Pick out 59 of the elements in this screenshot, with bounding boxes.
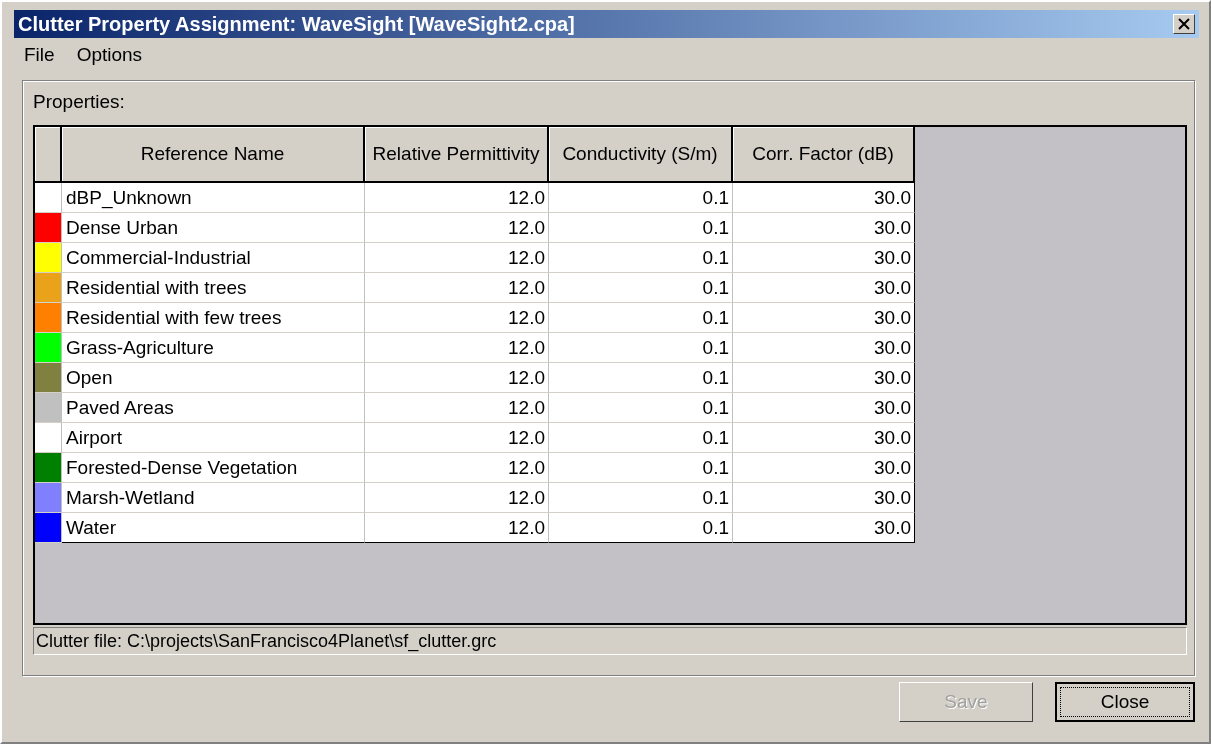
table-cell: 12.0 [365,213,549,243]
table-cell: 30.0 [733,213,915,243]
group-label: Properties: [33,91,125,113]
table-cell: Paved Areas [62,393,365,423]
table-cell: 30.0 [733,453,915,483]
table-cell: Open [62,363,365,393]
table-cell: 30.0 [733,393,915,423]
window-title: Clutter Property Assignment: WaveSight [WaveSight2.cpa] [18,12,575,36]
table-cell: 0.1 [549,213,733,243]
table-cell: 12.0 [365,333,549,363]
table-cell: Residential with trees [62,273,365,303]
table-cell: 12.0 [365,273,549,303]
table-cell: 30.0 [733,273,915,303]
table-cell: Airport [62,423,365,453]
table-cell: 0.1 [549,273,733,303]
table-cell: Dense Urban [62,213,365,243]
close-button[interactable] [1173,14,1195,34]
table-cell: 0.1 [549,333,733,363]
table-cell: 0.1 [549,363,733,393]
menu-item[interactable]: Options [76,44,143,74]
table-cell: 12.0 [365,393,549,423]
table-cell: Residential with few trees [62,303,365,333]
table-cell: 12.0 [365,183,549,213]
table-cell: 0.1 [549,453,733,483]
table-cell: 30.0 [733,183,915,213]
table-cell: Commercial-Industrial [62,243,365,273]
table-cell: 12.0 [365,243,549,273]
table-cell: 0.1 [549,183,733,213]
table-cell: 0.1 [549,513,733,543]
table-cell: Forested-Dense Vegetation [62,453,365,483]
close-icon [1178,18,1190,30]
column-header[interactable]: Reference Name [62,127,365,183]
table-cell: 30.0 [733,243,915,273]
table-cell: 30.0 [733,513,915,543]
table-cell: 12.0 [365,513,549,543]
table-cell: 30.0 [733,303,915,333]
table-cell: 30.0 [733,333,915,363]
table-cell: Grass-Agriculture [62,333,365,363]
menu-item[interactable]: File [24,44,55,74]
table-cell: 12.0 [365,363,549,393]
table-cell: Water [62,513,365,543]
column-header[interactable]: Relative Permittivity [365,127,549,183]
column-header[interactable]: Corr. Factor (dB) [733,127,915,183]
table-cell: 30.0 [733,423,915,453]
table-cell: 30.0 [733,363,915,393]
table-cell: 12.0 [365,303,549,333]
table-cell: 12.0 [365,453,549,483]
table-cell: 0.1 [549,393,733,423]
table-cell: Marsh-Wetland [62,483,365,513]
table-cell: 30.0 [733,483,915,513]
column-header[interactable]: Conductivity (S/m) [549,127,733,183]
close-dialog-button[interactable]: Close [1055,682,1195,722]
table-cell: 0.1 [549,423,733,453]
table-cell: 0.1 [549,243,733,273]
table-cell: 0.1 [549,303,733,333]
table-cell: 0.1 [549,483,733,513]
table-cell: dBP_Unknown [62,183,365,213]
table-cell: 12.0 [365,483,549,513]
table-cell: 12.0 [365,423,549,453]
